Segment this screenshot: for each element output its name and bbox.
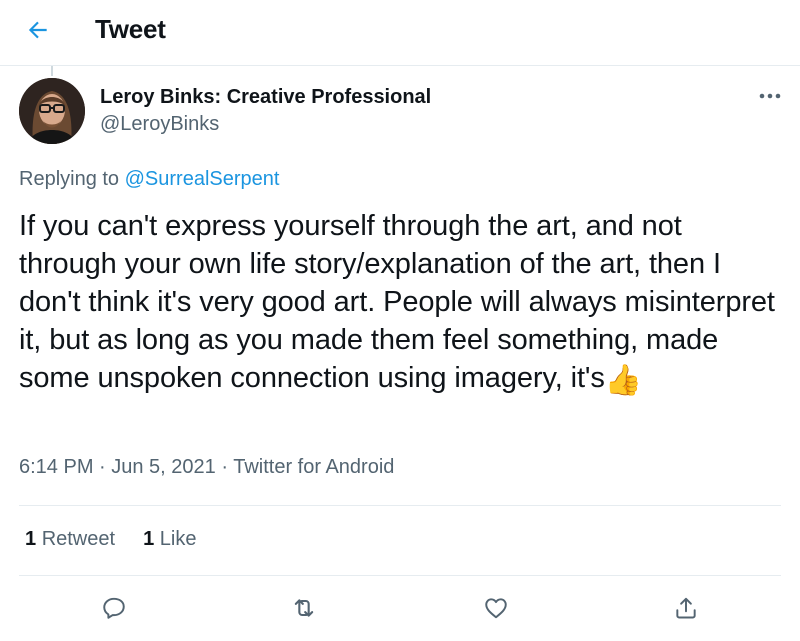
- tweet-timestamp[interactable]: 6:14 PM · Jun 5, 2021 ·: [19, 456, 233, 478]
- replying-to: Replying to @SurrealSerpent: [19, 168, 279, 191]
- like-button[interactable]: [478, 590, 514, 626]
- retweets-label: Retweet: [41, 528, 116, 550]
- reply-icon: [103, 597, 125, 619]
- reply-button[interactable]: [96, 590, 132, 626]
- heart-icon: [485, 598, 507, 619]
- likes-stat[interactable]: 1 Like: [143, 528, 196, 551]
- page-title: Tweet: [95, 14, 166, 44]
- tweet-text: If you can't express yourself through th…: [19, 207, 779, 400]
- retweets-count: 1: [25, 528, 37, 550]
- back-button[interactable]: [20, 12, 56, 48]
- more-options-button[interactable]: [750, 82, 790, 110]
- retweet-icon: [294, 599, 314, 617]
- tweet-client-link[interactable]: Twitter for Android: [233, 456, 394, 478]
- share-button[interactable]: [668, 590, 704, 626]
- share-icon: [676, 597, 696, 619]
- divider: [19, 575, 781, 576]
- retweets-stat[interactable]: 1 Retweet: [25, 528, 115, 551]
- divider: [19, 505, 781, 506]
- avatar-image: [19, 78, 85, 144]
- tweet-header: Tweet: [0, 0, 800, 66]
- avatar[interactable]: [19, 78, 85, 144]
- thumbs-up-emoji: 👍: [604, 364, 643, 397]
- tweet-body: If you can't express yourself through th…: [19, 210, 775, 394]
- arrow-left-icon: [28, 21, 47, 39]
- tweet-metadata: 6:14 PM · Jun 5, 2021 · Twitter for Andr…: [19, 456, 394, 479]
- thread-connector-line: [51, 66, 53, 76]
- tweet-stats: 1 Retweet 1 Like: [25, 528, 196, 551]
- author-display-name[interactable]: Leroy Binks: Creative Professional: [100, 86, 431, 109]
- more-dots-icon: [759, 93, 781, 99]
- author-handle[interactable]: @LeroyBinks: [100, 113, 219, 136]
- likes-label: Like: [159, 528, 197, 550]
- retweet-button[interactable]: [286, 590, 322, 626]
- likes-count: 1: [143, 528, 155, 550]
- tweet-actions: [0, 590, 800, 626]
- replying-to-handle-link[interactable]: @SurrealSerpent: [125, 168, 280, 190]
- replying-to-label: Replying to: [19, 168, 120, 190]
